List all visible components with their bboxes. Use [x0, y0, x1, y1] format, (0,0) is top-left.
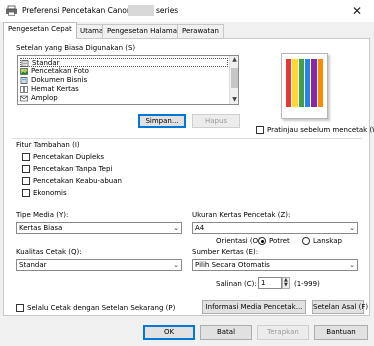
envelope-icon — [20, 95, 28, 102]
ok-button[interactable]: OK — [143, 325, 195, 340]
preview-color-bar — [286, 59, 292, 107]
grayscale-checkbox[interactable] — [22, 177, 30, 185]
orientation-label: Orientasi (O): — [216, 237, 264, 245]
close-icon[interactable]: ✕ — [344, 2, 370, 20]
common-settings-list[interactable]: Standar Pencetakan Foto Dokumen Bisnis H… — [17, 55, 239, 105]
chevron-down-icon: ⌄ — [173, 261, 179, 269]
defaults-button[interactable]: Setelan Asal (F) — [312, 300, 368, 314]
borderless-label: Pencetakan Tanpa Tepi — [33, 165, 113, 173]
print-quality-select[interactable]: Standar ⌄ — [16, 259, 182, 271]
window-title-suffix: series — [156, 6, 179, 15]
economy-checkbox[interactable] — [22, 189, 30, 197]
portrait-label: Potret — [269, 237, 290, 245]
economy-label: Ekonomis — [33, 189, 67, 197]
preview-color-bar — [292, 59, 298, 107]
printer-icon — [6, 5, 17, 16]
copies-label: Salinan (C): — [216, 280, 257, 288]
media-type-select[interactable]: Kertas Biasa ⌄ — [16, 222, 182, 234]
copies-stepper[interactable]: ▲ ▼ — [282, 277, 290, 289]
media-info-button[interactable]: Informasi Media Pencetak... — [202, 300, 306, 314]
preview-color-bar — [311, 59, 317, 107]
grayscale-label: Pencetakan Keabu-abuan — [33, 177, 122, 185]
always-print-checkbox[interactable] — [16, 304, 24, 312]
landscape-label: Lanskap — [313, 237, 342, 245]
common-settings-label: Setelan yang Biasa Digunakan (S) — [16, 44, 136, 52]
paper-saving-icon — [20, 86, 28, 93]
preview-checkbox-label: Pratinjau sebelum mencetak (W) — [267, 126, 374, 134]
media-type-label: Tipe Media (Y): — [16, 211, 69, 219]
list-item-label: Hemat Kertas — [31, 85, 79, 93]
copies-input[interactable]: 1 — [258, 277, 282, 289]
list-item-label: Dokumen Bisnis — [31, 76, 88, 84]
chevron-down-icon: ⌄ — [349, 261, 355, 269]
model-name-redacted — [128, 5, 154, 16]
paper-size-value: A4 — [195, 224, 205, 232]
separator — [12, 138, 362, 139]
print-quality-value: Standar — [19, 261, 47, 269]
preview-color-bar — [298, 59, 304, 107]
list-item-label: Amplop — [31, 94, 58, 102]
always-print-label: Selalu Cetak dengan Setelan Sekarang (P) — [27, 304, 176, 312]
paper-source-value: Pilih Secara Otomatis — [195, 261, 270, 269]
paper-size-label: Ukuran Kertas Pencetak (Z): — [192, 211, 291, 219]
paper-source-select[interactable]: Pilih Secara Otomatis ⌄ — [192, 259, 358, 271]
additional-features-label: Fitur Tambahan (I) — [16, 141, 80, 149]
duplex-label: Pencetakan Dupleks — [33, 153, 105, 161]
list-item-standard[interactable]: Standar — [20, 58, 228, 67]
copies-range: (1-999) — [294, 280, 320, 288]
media-type-value: Kertas Biasa — [19, 224, 63, 232]
apply-button[interactable]: Terapkan — [257, 325, 309, 340]
photo-icon — [20, 68, 28, 75]
chevron-down-icon: ⌄ — [349, 224, 355, 232]
scroll-thumb[interactable] — [231, 68, 238, 88]
tab-quick-setup[interactable]: Pengesetan Cepat — [3, 22, 77, 39]
tab-page-setup[interactable]: Pengesetan Halaman — [102, 24, 187, 38]
window-title: Preferensi Pencetakan Canon — [22, 6, 132, 15]
delete-button[interactable]: Hapus — [192, 114, 240, 128]
save-button[interactable]: Simpan... — [138, 114, 186, 128]
title-bar: Preferensi Pencetakan Canon series ✕ — [0, 0, 374, 22]
scroll-down-icon[interactable]: ▼ — [230, 96, 239, 104]
portrait-radio[interactable] — [258, 237, 266, 245]
preview-color-bars — [286, 59, 324, 107]
landscape-radio[interactable] — [302, 237, 310, 245]
scroll-up-icon[interactable]: ▲ — [230, 56, 239, 64]
chevron-down-icon[interactable]: ▼ — [284, 283, 288, 288]
help-button[interactable]: Bantuan — [314, 325, 368, 340]
paper-size-select[interactable]: A4 ⌄ — [192, 222, 358, 234]
paper-source-label: Sumber Kertas (E): — [192, 248, 259, 256]
document-icon — [21, 60, 29, 67]
cancel-button[interactable]: Batal — [200, 325, 252, 340]
list-item-label: Pencetakan Foto — [31, 67, 89, 75]
preview-color-bar — [317, 59, 323, 107]
document-icon — [20, 77, 28, 84]
chevron-down-icon: ⌄ — [173, 224, 179, 232]
tab-maintenance[interactable]: Perawatan — [177, 24, 224, 38]
duplex-checkbox[interactable] — [22, 153, 30, 161]
preview-color-bar — [305, 59, 311, 107]
paper-preview — [281, 53, 328, 119]
list-scrollbar[interactable]: ▲ ▼ — [229, 56, 238, 104]
preview-checkbox[interactable] — [256, 126, 264, 134]
print-quality-label: Kualitas Cetak (Q): — [16, 248, 82, 256]
borderless-checkbox[interactable] — [22, 165, 30, 173]
